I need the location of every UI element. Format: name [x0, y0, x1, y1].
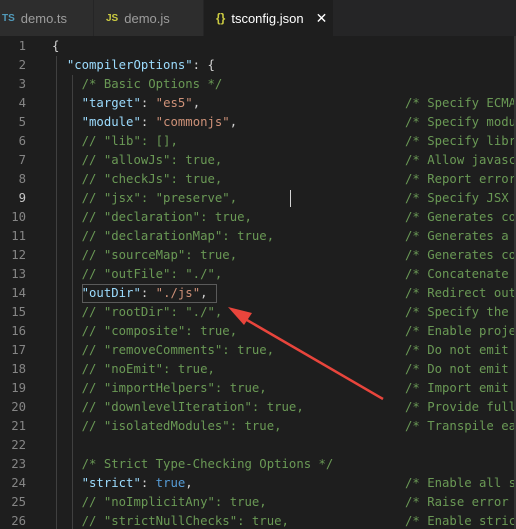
arrow-shaft — [239, 314, 384, 401]
annotation-arrow — [228, 307, 384, 401]
